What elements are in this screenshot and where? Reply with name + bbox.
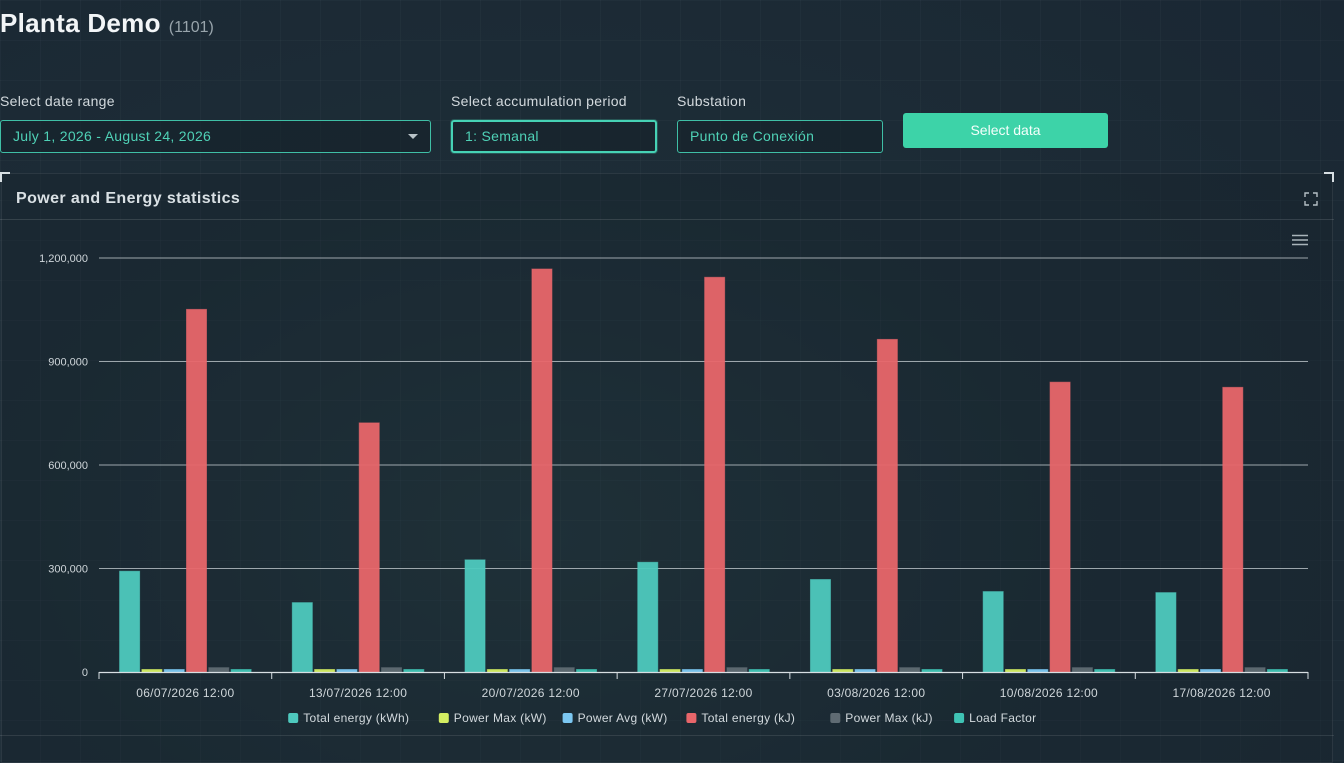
bar — [832, 669, 854, 673]
page-title: Planta Demo — [0, 8, 161, 38]
substation-value: Punto de Conexión — [690, 128, 815, 144]
power-energy-chart: 0 300,000 600,000 900,000 1,200,000 06/07/20… — [39, 253, 1309, 725]
chart-gridlines — [99, 257, 1308, 569]
period-label: Select accumulation period — [451, 93, 627, 109]
bar — [982, 591, 1004, 673]
bar — [208, 667, 230, 673]
bar — [531, 268, 553, 673]
bar — [704, 276, 726, 673]
y-tick-label: 900,000 — [48, 357, 88, 369]
legend-label: Total energy (kJ) — [701, 711, 795, 725]
bar — [336, 669, 358, 673]
bar — [1222, 386, 1244, 673]
bar — [141, 669, 163, 673]
bar — [726, 667, 748, 673]
y-tick-label: 600,000 — [48, 460, 88, 472]
bar — [637, 561, 659, 673]
bar — [291, 602, 313, 673]
x-tick-label: 03/08/2026 12:00 — [827, 686, 925, 700]
bar — [809, 579, 831, 673]
chevron-down-icon — [408, 134, 418, 139]
bar — [314, 669, 336, 673]
legend-label: Power Max (kJ) — [845, 711, 933, 725]
bar — [1155, 592, 1177, 673]
x-tick-label: 20/07/2026 12:00 — [482, 686, 580, 700]
bar — [854, 669, 876, 673]
bar — [681, 669, 703, 673]
bar — [1049, 381, 1071, 673]
bar — [381, 667, 403, 673]
substation-label: Substation — [677, 93, 747, 109]
bar — [163, 669, 185, 673]
bar — [1027, 669, 1049, 673]
period-value: 1: Semanal — [465, 128, 539, 144]
chart-bars — [119, 268, 1288, 673]
bar — [553, 667, 575, 673]
date-range-picker[interactable]: July 1, 2026 - August 24, 2026 — [0, 120, 431, 153]
legend-swatch — [686, 713, 697, 723]
substation-select[interactable]: Punto de Conexión — [677, 120, 883, 153]
bar — [1244, 667, 1266, 673]
chart-legend: Total energy (kWh) Power Max (kW) Power Av… — [288, 711, 1036, 725]
bar — [403, 669, 425, 673]
bar — [1004, 669, 1026, 673]
legend-swatch — [830, 713, 841, 723]
date-range-label: Select date range — [0, 93, 115, 109]
x-tick-label: 06/07/2026 12:00 — [136, 686, 234, 700]
x-tick-label: 27/07/2026 12:00 — [654, 686, 752, 700]
bar — [119, 570, 141, 673]
plant-code: (1101) — [168, 19, 214, 36]
legend-swatch — [954, 713, 965, 723]
legend-label: Load Factor — [969, 711, 1036, 725]
bar — [358, 422, 380, 673]
date-range-value: July 1, 2026 - August 24, 2026 — [13, 128, 212, 144]
legend-swatch — [288, 713, 299, 723]
bar — [659, 669, 681, 673]
legend-swatch — [562, 713, 573, 723]
bar — [576, 669, 598, 673]
y-tick-label: 1,200,000 — [39, 253, 88, 265]
legend-label: Power Avg (kW) — [578, 711, 668, 725]
bar — [748, 669, 770, 673]
bar — [509, 669, 531, 673]
x-tick-label: 17/08/2026 12:00 — [1173, 686, 1271, 700]
bar — [921, 669, 943, 673]
bar — [464, 559, 486, 673]
legend-label: Power Max (kW) — [454, 711, 547, 725]
legend-label: Total energy (kWh) — [303, 711, 409, 725]
y-tick-label: 0 — [82, 667, 88, 679]
bar — [230, 669, 252, 673]
select-data-button[interactable]: Select data — [903, 113, 1108, 148]
bar — [1071, 667, 1093, 673]
bar — [1094, 669, 1116, 673]
page-header: Planta Demo (1101) — [0, 8, 214, 39]
bar — [1199, 669, 1221, 673]
bar — [1266, 669, 1288, 673]
bar — [876, 338, 898, 673]
bar — [899, 667, 921, 673]
x-axis: 06/07/2026 12:00 13/07/2026 12:00 20/07/20… — [98, 671, 1309, 700]
bar — [486, 669, 508, 673]
x-tick-label: 10/08/2026 12:00 — [1000, 686, 1098, 700]
bar — [186, 308, 208, 673]
period-select[interactable]: 1: Semanal — [451, 120, 657, 153]
bar — [1177, 669, 1199, 673]
legend-swatch — [438, 713, 449, 723]
x-tick-label: 13/07/2026 12:00 — [309, 686, 407, 700]
y-tick-label: 300,000 — [48, 564, 88, 576]
y-axis: 0 300,000 600,000 900,000 1,200,000 — [39, 253, 88, 679]
